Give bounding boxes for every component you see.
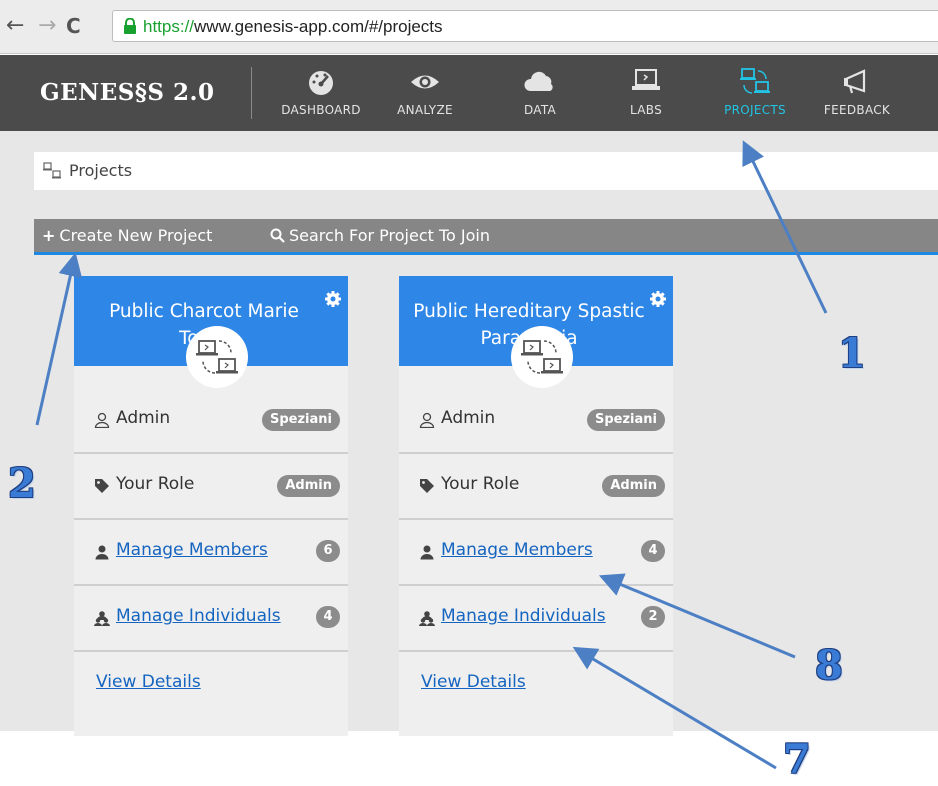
role-row: Your Role Admin	[399, 454, 673, 520]
users-icon	[94, 611, 110, 626]
gear-icon[interactable]	[324, 290, 342, 308]
manage-members-link[interactable]: Manage Members	[116, 540, 268, 560]
projects-icon	[521, 340, 563, 374]
search-project-button[interactable]: Search For Project To Join	[270, 226, 490, 245]
annotation-number-2: 2	[8, 460, 36, 507]
individuals-row: Manage Individuals 2	[399, 586, 673, 652]
view-details-link[interactable]: View Details	[96, 672, 201, 692]
project-card: Public Hereditary Spastic Paraplegia	[399, 276, 673, 736]
user-outline-icon	[419, 412, 435, 428]
role-label: Your Role	[441, 474, 520, 494]
cloud-icon	[524, 71, 553, 91]
create-project-label: Create New Project	[59, 226, 213, 245]
nav-dashboard[interactable]: DASHBOARD	[276, 61, 366, 125]
view-details-link[interactable]: View Details	[421, 672, 526, 692]
projects-icon	[196, 340, 238, 374]
plus-icon: +	[42, 226, 56, 245]
details-row: View Details	[399, 652, 673, 718]
individuals-count: 4	[316, 606, 340, 628]
nav-analyze[interactable]: ANALYZE	[380, 61, 470, 125]
nav-data[interactable]: DATA	[495, 61, 585, 125]
project-card: Public Charcot Marie Tooth	[74, 276, 348, 736]
admin-badge: Speziani	[262, 409, 340, 431]
members-count: 6	[316, 540, 340, 562]
forward-button[interactable]: →	[38, 14, 56, 38]
search-icon	[270, 228, 285, 243]
projects-icon	[740, 68, 770, 94]
admin-label: Admin	[441, 408, 496, 428]
members-row: Manage Members 4	[399, 520, 673, 586]
back-button[interactable]: ←	[6, 14, 24, 38]
individuals-row: Manage Individuals 4	[74, 586, 348, 652]
project-toolbar: + Create New Project Search For Project T…	[34, 219, 938, 255]
nav-labs[interactable]: LABS	[601, 61, 691, 125]
app-logo[interactable]: GENES§S 2.0	[40, 79, 215, 106]
nav-label: LABS	[629, 103, 662, 117]
role-badge: Admin	[602, 475, 665, 497]
annotation-number-1: 1	[838, 330, 866, 377]
tag-icon	[95, 479, 109, 493]
eye-icon	[411, 75, 439, 89]
gear-icon[interactable]	[649, 290, 667, 308]
breadcrumb-label: Projects	[69, 161, 133, 180]
admin-label: Admin	[116, 408, 171, 428]
nav-feedback[interactable]: FEEDBACK	[812, 61, 902, 125]
url-path: www.genesis-app.com/#/projects	[194, 17, 443, 36]
admin-row: Admin Speziani	[74, 388, 348, 454]
manage-individuals-link[interactable]: Manage Individuals	[116, 606, 281, 626]
user-outline-icon	[94, 412, 110, 428]
manage-individuals-link[interactable]: Manage Individuals	[441, 606, 606, 626]
admin-row: Admin Speziani	[399, 388, 673, 454]
nav-label: DASHBOARD	[281, 103, 361, 117]
card-header: Public Hereditary Spastic Paraplegia	[399, 276, 673, 388]
nav-label: ANALYZE	[397, 103, 453, 117]
annotation-number-8: 8	[815, 642, 843, 689]
user-icon	[420, 545, 434, 560]
megaphone-icon	[844, 69, 866, 94]
url-scheme: https://	[143, 17, 195, 36]
tag-icon	[420, 479, 434, 493]
user-icon	[95, 545, 109, 560]
project-emblem	[511, 326, 573, 388]
address-bar[interactable]: https://www.genesis-app.com/#/projects	[112, 10, 938, 42]
laptop-icon	[632, 69, 660, 90]
breadcrumb: Projects	[34, 152, 938, 190]
role-label: Your Role	[116, 474, 195, 494]
reload-button[interactable]: C	[66, 14, 81, 38]
role-badge: Admin	[277, 475, 340, 497]
screenshot-root: ← → C https://www.genesis-app.com/#/proj…	[0, 0, 938, 786]
card-header: Public Charcot Marie Tooth	[74, 276, 348, 388]
details-row: View Details	[74, 652, 348, 718]
nav-label: DATA	[523, 103, 557, 117]
role-row: Your Role Admin	[74, 454, 348, 520]
create-project-button[interactable]: + Create New Project	[42, 226, 212, 245]
project-emblem	[186, 326, 248, 388]
dashboard-icon	[309, 71, 333, 95]
nav-projects[interactable]: PROJECTS	[710, 61, 800, 125]
header-divider	[251, 67, 252, 119]
annotation-number-7: 7	[783, 736, 811, 783]
lock-icon	[124, 18, 136, 34]
members-count: 4	[641, 540, 665, 562]
search-project-label: Search For Project To Join	[289, 226, 490, 245]
projects-icon	[43, 162, 61, 179]
nav-label: FEEDBACK	[823, 103, 891, 117]
members-row: Manage Members 6	[74, 520, 348, 586]
admin-badge: Speziani	[587, 409, 665, 431]
individuals-count: 2	[641, 606, 665, 628]
browser-toolbar: ← → C https://www.genesis-app.com/#/proj…	[0, 0, 938, 54]
url-text: https://www.genesis-app.com/#/projects	[143, 17, 443, 37]
manage-members-link[interactable]: Manage Members	[441, 540, 593, 560]
app-header: GENES§S 2.0 DASHBOARD ANALYZE DATA LABS …	[0, 55, 938, 131]
users-icon	[419, 611, 435, 626]
nav-label: PROJECTS	[724, 103, 786, 117]
